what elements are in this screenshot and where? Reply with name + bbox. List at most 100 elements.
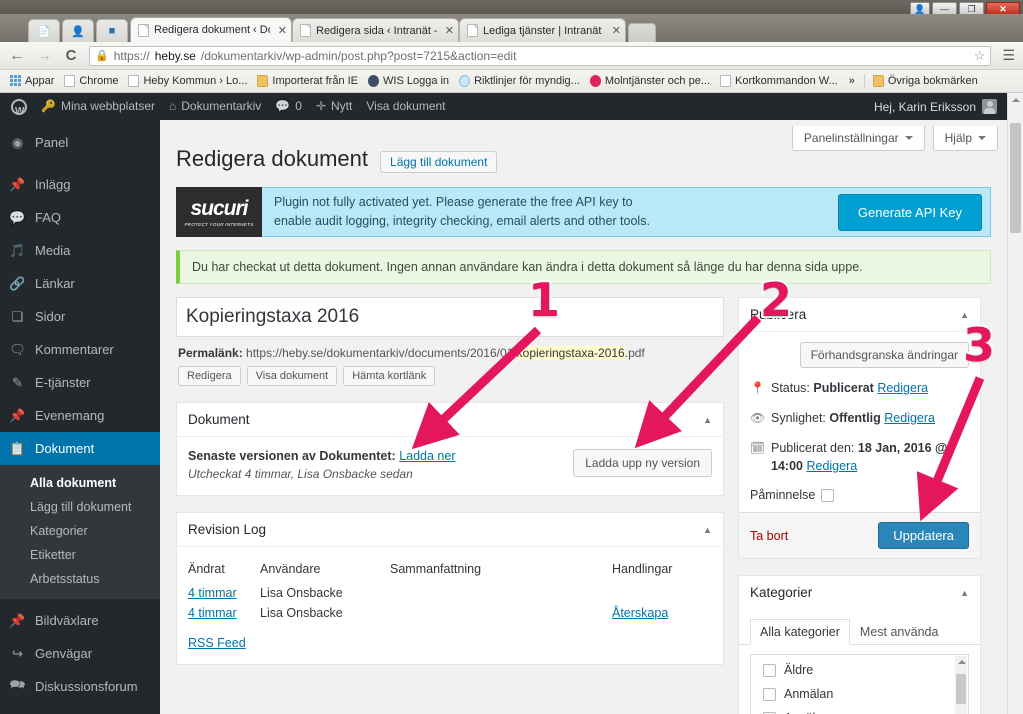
visibility-edit-link[interactable]: Redigera xyxy=(884,411,935,425)
reload-button[interactable]: C xyxy=(62,48,80,63)
tab-alla-kategorier[interactable]: Alla kategorier xyxy=(750,619,850,645)
reminder-checkbox[interactable] xyxy=(821,488,835,502)
sidebar-item-evenemang[interactable]: 📌 Evenemang xyxy=(0,399,160,432)
browser-tab-1[interactable]: Redigera sida ‹ Intranät — ✕ xyxy=(292,18,459,42)
pinned-tab-1[interactable]: 📄 xyxy=(28,19,60,42)
new-tab-button[interactable] xyxy=(628,23,656,42)
address-bar[interactable]: 🔒 https:// heby.se /dokumentarkiv/wp-adm… xyxy=(89,45,992,66)
sidebar-item-lankar[interactable]: 🔗 Länkar xyxy=(0,267,160,300)
bookmarks-overflow-button[interactable]: » xyxy=(843,75,861,87)
preview-row: Förhandsgranska ändringar xyxy=(750,342,969,368)
sidebar-item-genvagar[interactable]: ↪ Genvägar xyxy=(0,637,160,670)
tab-close-icon[interactable]: ✕ xyxy=(442,24,454,37)
tab-mest-anvanda[interactable]: Mest använda xyxy=(850,619,949,644)
submenu-item-arbetsstatus[interactable]: Arbetsstatus xyxy=(0,567,160,591)
link-icon: 🔗 xyxy=(9,275,26,291)
adminbar-label: 0 xyxy=(295,99,302,113)
bookmark-molntjanster[interactable]: Molntjänster och pe... xyxy=(585,73,715,89)
categories-postbox-header[interactable]: Kategorier ▲ xyxy=(739,576,980,609)
edit-permalink-button[interactable]: Redigera xyxy=(178,366,241,386)
forward-button[interactable]: → xyxy=(35,47,53,64)
categories-scrollbar[interactable] xyxy=(955,656,967,714)
list-item[interactable]: Äldre xyxy=(763,663,960,677)
bookmarks-divider xyxy=(863,74,865,88)
category-label: Anmälan xyxy=(784,687,834,701)
adminbar-item-visa-dokument[interactable]: Visa dokument xyxy=(359,93,452,120)
bookmark-star-icon[interactable]: ☆ xyxy=(974,48,986,64)
scrollbar-thumb[interactable] xyxy=(956,674,966,704)
sidebar-item-e-tjanster[interactable]: ✎ E-tjänster xyxy=(0,366,160,399)
sidebar-item-diskussionsforum[interactable]: 🗪 Diskussionsforum xyxy=(0,670,160,703)
bookmark-kortkommandon[interactable]: Kortkommandon W... xyxy=(715,73,843,89)
category-checkbox[interactable] xyxy=(763,687,776,701)
browser-tab-2[interactable]: Lediga tjänster | Intranät ✕ xyxy=(459,18,626,42)
page-scrollbar[interactable] xyxy=(1007,93,1023,714)
adminbar-item-nytt[interactable]: ✛ Nytt xyxy=(309,93,359,120)
published-edit-link[interactable]: Redigera xyxy=(806,459,857,473)
adminbar-item-comments[interactable]: 💬 0 xyxy=(268,93,309,120)
scroll-up-icon[interactable] xyxy=(958,660,966,664)
adminbar-label: Dokumentarkiv xyxy=(181,99,262,113)
category-checkbox[interactable] xyxy=(763,663,776,677)
rss-feed-link[interactable]: RSS Feed xyxy=(188,636,246,650)
submenu-item-lagg-till-dokument[interactable]: Lägg till dokument xyxy=(0,495,160,519)
sidebar-item-inlagg[interactable]: 📌 Inlägg xyxy=(0,168,160,201)
download-link[interactable]: Ladda ner xyxy=(399,449,455,463)
back-button[interactable]: ← xyxy=(8,47,26,64)
tab-close-icon[interactable]: ✕ xyxy=(275,24,287,37)
view-document-button[interactable]: Visa dokument xyxy=(246,366,338,386)
revision-log-header[interactable]: Revision Log ▲ xyxy=(177,513,723,547)
bookmark-other[interactable]: Övriga bokmärken xyxy=(868,73,983,89)
chevron-up-icon[interactable]: ▲ xyxy=(703,525,712,535)
update-button[interactable]: Uppdatera xyxy=(878,522,969,549)
adminbar-item-dokumentarkiv[interactable]: ⌂ Dokumentarkiv xyxy=(162,93,268,120)
trash-link[interactable]: Ta bort xyxy=(750,529,788,543)
adminbar-item-mina-webbplatser[interactable]: 🔑 Mina webbplatser xyxy=(34,93,162,120)
get-shortlink-button[interactable]: Hämta kortlänk xyxy=(343,366,436,386)
sidebar-item-kommentarer[interactable]: 🗨 Kommentarer xyxy=(0,333,160,366)
bookmark-importerat-fran-ie[interactable]: Importerat från IE xyxy=(252,73,363,89)
preview-changes-button[interactable]: Förhandsgranska ändringar xyxy=(799,342,969,368)
sidebar-item-panel[interactable]: ◉ Panel xyxy=(0,126,160,159)
status-edit-link[interactable]: Redigera xyxy=(877,381,928,395)
sidebar-item-faq[interactable]: 💬 FAQ xyxy=(0,201,160,234)
sidebar-item-media[interactable]: 🎵 Media xyxy=(0,234,160,267)
revision-time-link[interactable]: 4 timmar xyxy=(188,586,237,600)
scroll-up-icon[interactable] xyxy=(1012,98,1020,102)
chevron-up-icon[interactable]: ▲ xyxy=(960,588,969,598)
bookmark-apps[interactable]: Appar xyxy=(5,73,59,89)
bookmark-chrome[interactable]: Chrome xyxy=(59,73,123,89)
document-postbox-header[interactable]: Dokument ▲ xyxy=(177,403,723,437)
permalink-slug[interactable]: kopieringstaxa-2016 xyxy=(516,346,625,360)
sidebar-item-bildvaxlare[interactable]: 📌 Bildväxlare xyxy=(0,604,160,637)
exit-icon: ↪ xyxy=(12,645,23,661)
sidebar-item-sidor[interactable]: ❏ Sidor xyxy=(0,300,160,333)
bookmark-riktlinjer[interactable]: Riktlinjer för myndig... xyxy=(454,73,585,89)
sidebar-item-dokument[interactable]: 📋 Dokument xyxy=(0,432,160,465)
restore-link[interactable]: Återskapa xyxy=(612,606,668,620)
bookmark-label: Importerat från IE xyxy=(272,75,359,87)
list-item[interactable]: Anmälan xyxy=(763,687,960,701)
submenu-item-etiketter[interactable]: Etiketter xyxy=(0,543,160,567)
adminbar-account[interactable]: Hej, Karin Eriksson xyxy=(874,99,1007,114)
browser-tab-0[interactable]: Redigera dokument ‹ Dok ✕ xyxy=(130,17,292,42)
bookmark-heby-kommun[interactable]: Heby Kommun › Lo... xyxy=(123,73,252,89)
scrollbar-thumb[interactable] xyxy=(1010,123,1021,233)
chrome-menu-icon[interactable]: ☰ xyxy=(1000,47,1015,64)
generate-api-key-button[interactable]: Generate API Key xyxy=(837,193,982,231)
submenu-item-kategorier[interactable]: Kategorier xyxy=(0,519,160,543)
upload-new-version-button[interactable]: Ladda upp ny version xyxy=(573,449,712,477)
add-new-document-button[interactable]: Lägg till dokument xyxy=(380,151,498,173)
revision-time-link[interactable]: 4 timmar xyxy=(188,606,237,620)
wp-logo-item[interactable] xyxy=(4,93,34,125)
chevron-up-icon[interactable]: ▲ xyxy=(703,415,712,425)
pinned-tab-2[interactable]: 👤 xyxy=(62,19,94,42)
submenu-item-alla-dokument[interactable]: Alla dokument xyxy=(0,471,160,495)
panel-options-button[interactable]: Panelinställningar xyxy=(791,126,925,151)
bookmark-wis-logga-in[interactable]: WIS Logga in xyxy=(363,73,454,89)
document-title-input[interactable]: Kopieringstaxa 2016 xyxy=(176,297,724,337)
help-button[interactable]: Hjälp xyxy=(932,126,998,151)
tab-close-icon[interactable]: ✕ xyxy=(609,24,621,37)
editor-side-column: Publicera ▲ Förhandsgranska ändringar 📍 … xyxy=(738,297,981,714)
pinned-tab-3[interactable]: ■ xyxy=(96,19,128,42)
